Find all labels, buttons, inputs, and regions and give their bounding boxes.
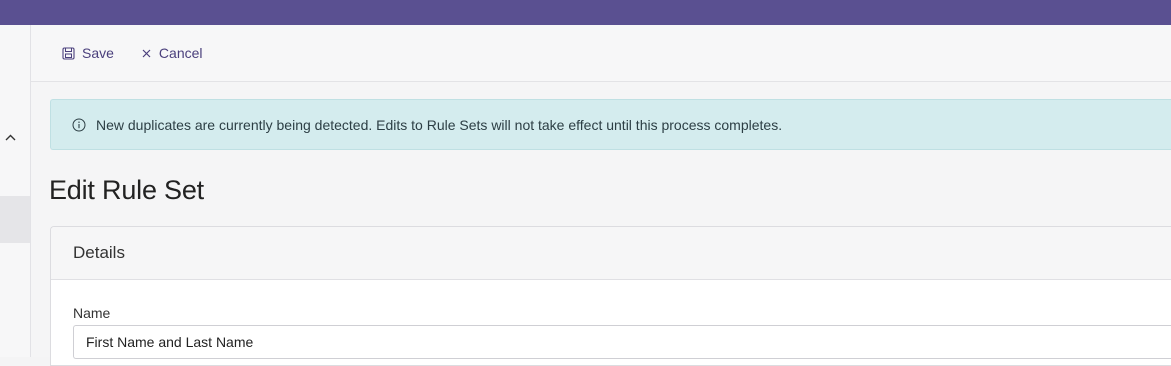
- sidebar: [0, 25, 31, 357]
- details-card: Details Name: [50, 226, 1171, 366]
- details-card-header: Details: [51, 227, 1171, 280]
- save-icon: [62, 46, 75, 60]
- cancel-button[interactable]: Cancel: [141, 45, 203, 61]
- chevron-up-icon[interactable]: [2, 129, 18, 145]
- info-alert: New duplicates are currently being detec…: [50, 99, 1171, 150]
- save-label: Save: [82, 45, 114, 61]
- close-icon: [141, 48, 152, 59]
- sidebar-active-item[interactable]: [0, 196, 30, 243]
- top-navigation-bar: [0, 0, 1171, 25]
- toolbar: Save Cancel: [31, 25, 1171, 82]
- name-field[interactable]: [73, 325, 1171, 359]
- name-field-label: Name: [73, 305, 111, 321]
- save-button[interactable]: Save: [62, 45, 114, 61]
- alert-message: New duplicates are currently being detec…: [96, 116, 783, 133]
- cancel-label: Cancel: [158, 45, 203, 61]
- page-title: Edit Rule Set: [49, 175, 204, 205]
- main-content: Save Cancel New duplicates are currently…: [31, 25, 1171, 366]
- info-icon: [72, 118, 86, 132]
